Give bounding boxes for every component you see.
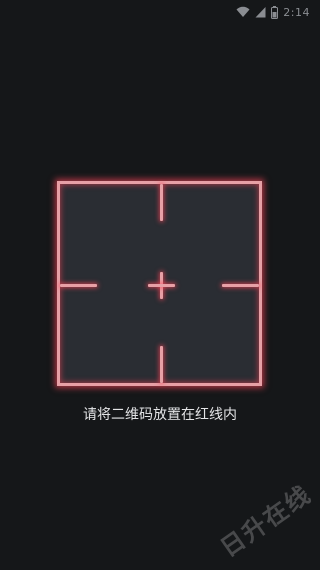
watermark: 日升在线: [215, 479, 317, 563]
crosshair-horizontal: [148, 284, 175, 287]
status-icons: 2:14: [236, 4, 310, 20]
qr-scan-frame: [57, 181, 262, 386]
status-bar: 2:14: [0, 0, 320, 24]
scan-tick-right: [222, 284, 259, 287]
scan-tick-bottom: [160, 346, 163, 383]
wifi-icon: [236, 6, 250, 17]
scan-hint-text: 请将二维码放置在红线内: [83, 407, 237, 423]
scan-tick-left: [60, 284, 97, 287]
scan-tick-top: [160, 184, 163, 221]
signal-icon: [255, 7, 266, 18]
status-time: 2:14: [283, 5, 310, 19]
battery-icon: [271, 5, 279, 19]
